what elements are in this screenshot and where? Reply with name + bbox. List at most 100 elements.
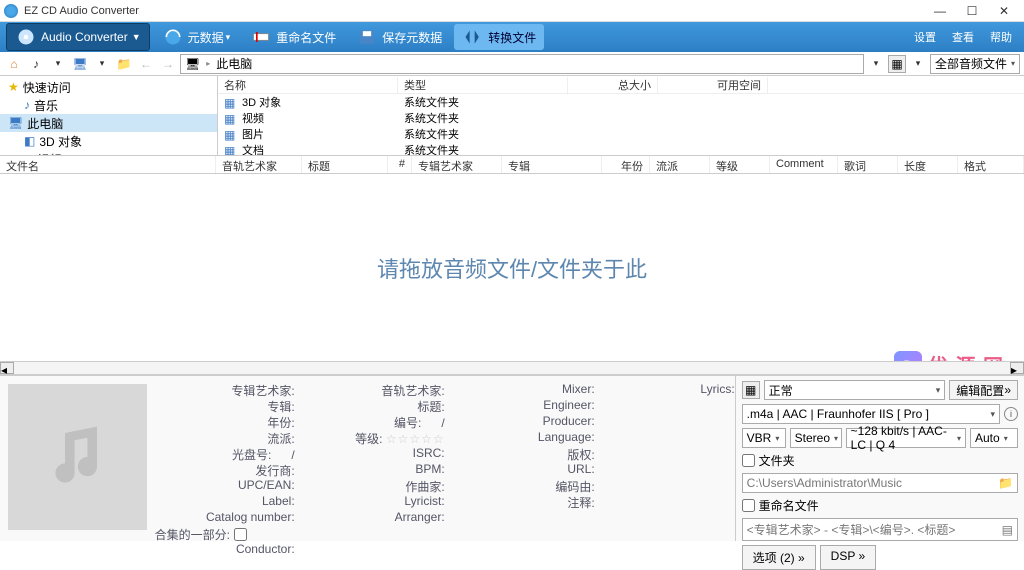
view-mode-icon[interactable]: ▦ xyxy=(888,55,906,73)
up-folder-icon[interactable]: 📁 xyxy=(114,54,134,74)
label-bpm: BPM: xyxy=(305,462,445,478)
watermark-icon: D xyxy=(894,351,922,362)
chevron-down-icon: ▾ xyxy=(1011,59,1015,68)
label-lyrics: Lyrics: xyxy=(605,382,735,398)
rename-pattern-box[interactable]: <专辑艺术家> - <专辑>\<编号>. <标题> ▤ xyxy=(742,518,1018,541)
edit-pattern-icon[interactable]: ▤ xyxy=(1002,523,1013,537)
dropdown-arrow-icon: ▼ xyxy=(132,32,141,42)
back-button[interactable]: ← xyxy=(136,54,156,74)
audio-converter-button[interactable]: Audio Converter ▼ xyxy=(6,23,150,51)
output-folder-label: 文件夹 xyxy=(759,452,795,469)
tree-label: 快速访问 xyxy=(23,79,71,96)
bitrate-select[interactable]: ~128 kbit/s | AAC-LC | Q 4▾ xyxy=(846,428,966,448)
col-name[interactable]: 名称 xyxy=(218,77,398,93)
output-folder-checkbox[interactable] xyxy=(742,454,755,467)
col-comment[interactable]: Comment xyxy=(770,156,838,173)
drop-zone[interactable]: 请拖放音频文件/文件夹于此 D 优 源 网 xyxy=(0,174,1024,361)
col-format[interactable]: 格式 xyxy=(958,156,1024,173)
tree-videos[interactable]: ▶视频 xyxy=(0,150,217,155)
label-encodedby: 编码由: xyxy=(455,478,595,494)
help-link[interactable]: 帮助 xyxy=(990,29,1012,45)
compilation-checkbox[interactable] xyxy=(234,528,247,541)
col-lyrics[interactable]: 歌词 xyxy=(838,156,898,173)
folder-row[interactable]: ▦3D 对象系统文件夹 xyxy=(218,94,1024,110)
edit-profile-button[interactable]: 编辑配置 » xyxy=(949,380,1018,400)
channels-select[interactable]: Stereo▾ xyxy=(790,428,842,448)
col-year[interactable]: 年份 xyxy=(602,156,650,173)
pc-icon: 🖥 xyxy=(185,57,200,71)
col-num[interactable]: # xyxy=(388,156,412,173)
format-select[interactable]: .m4a | AAC | Fraunhofer IIS [ Pro ] ▾ xyxy=(742,404,1000,424)
tree-music[interactable]: ♪音乐 xyxy=(0,96,217,114)
dsp-button[interactable]: DSP » xyxy=(820,545,876,570)
col-album-artist[interactable]: 专辑艺术家 xyxy=(412,156,502,173)
folder-list-header: 名称 类型 总大小 可用空间 xyxy=(218,76,1024,94)
scroll-right-icon[interactable]: ▸ xyxy=(1010,362,1024,374)
view-dropdown[interactable]: ▾ xyxy=(908,54,928,74)
col-type[interactable]: 类型 xyxy=(398,77,568,93)
col-size[interactable]: 总大小 xyxy=(568,77,658,93)
col-album[interactable]: 专辑 xyxy=(502,156,602,173)
tree-label: 3D 对象 xyxy=(39,133,82,150)
music-folder-icon[interactable]: ♪ xyxy=(26,54,46,74)
horizontal-scrollbar[interactable]: ◂ ▸ xyxy=(0,361,1024,375)
label-language: Language: xyxy=(455,430,595,446)
tree-this-pc[interactable]: 🖥此电脑 xyxy=(0,114,217,132)
col-genre[interactable]: 流派 xyxy=(650,156,710,173)
info-icon[interactable]: i xyxy=(1004,407,1018,421)
scroll-left-icon[interactable]: ◂ xyxy=(0,362,14,374)
col-title[interactable]: 标题 xyxy=(302,156,388,173)
label-catalog: Catalog number: xyxy=(155,510,295,526)
label-conductor: Conductor: xyxy=(155,542,295,558)
output-folder-path[interactable]: C:\Users\Administrator\Music 📁 xyxy=(742,473,1018,493)
folder-row[interactable]: ▦文档系统文件夹 xyxy=(218,142,1024,155)
col-length[interactable]: 长度 xyxy=(898,156,958,173)
save-icon xyxy=(356,26,378,48)
nav-dropdown-icon[interactable]: ▾ xyxy=(48,54,68,74)
tree-pane: ★快速访问 ♪音乐 🖥此电脑 ◧3D 对象 ▶视频 xyxy=(0,76,218,155)
extra-select[interactable]: Auto▾ xyxy=(970,428,1018,448)
metadata-button[interactable]: 元数据 ▾ xyxy=(154,24,239,50)
folder-row[interactable]: ▦视频系统文件夹 xyxy=(218,110,1024,126)
col-filename[interactable]: 文件名 xyxy=(0,156,216,173)
home-icon[interactable]: ⌂ xyxy=(4,54,24,74)
value-lyrics[interactable] xyxy=(605,398,735,414)
file-filter-select[interactable]: 全部音频文件 ▾ xyxy=(930,54,1020,74)
settings-link[interactable]: 设置 xyxy=(914,29,936,45)
label-publisher: 发行商: xyxy=(155,462,295,478)
mode-select[interactable]: VBR▾ xyxy=(742,428,786,448)
rename-button[interactable]: 重命名文件 xyxy=(242,24,344,50)
rename-icon xyxy=(250,26,272,48)
crumb-text: 此电脑 xyxy=(216,55,252,72)
profile-select[interactable]: 正常 ▾ xyxy=(764,380,946,400)
col-artist[interactable]: 音轨艺术家 xyxy=(216,156,302,173)
pc-icon: 🖥 xyxy=(8,116,23,130)
bottom-panel: 专辑艺术家: 音轨艺术家: Mixer: Lyrics: 专辑: 标题: Eng… xyxy=(0,375,1024,541)
window-title: EZ CD Audio Converter xyxy=(24,5,924,17)
col-rating[interactable]: 等级 xyxy=(710,156,770,173)
crumb-dropdown[interactable]: ▾ xyxy=(866,54,886,74)
globe-refresh-icon xyxy=(162,26,184,48)
forward-button[interactable]: → xyxy=(158,54,178,74)
tree-quick-access[interactable]: ★快速访问 xyxy=(0,78,217,96)
col-free[interactable]: 可用空间 xyxy=(658,77,768,93)
view-link[interactable]: 查看 xyxy=(952,29,974,45)
close-button[interactable]: ✕ xyxy=(988,1,1020,21)
convert-button[interactable]: 转换文件 xyxy=(454,24,544,50)
browse-folder-icon[interactable]: 📁 xyxy=(998,476,1013,490)
breadcrumb[interactable]: 🖥 ▸ 此电脑 xyxy=(180,54,864,74)
audio-converter-label: Audio Converter xyxy=(41,30,128,44)
album-art-placeholder[interactable] xyxy=(8,384,147,530)
computer-icon[interactable]: 🖥 xyxy=(70,54,90,74)
label-copyright: 版权: xyxy=(455,446,595,462)
maximize-button[interactable]: ☐ xyxy=(956,1,988,21)
folder-row[interactable]: ▦图片系统文件夹 xyxy=(218,126,1024,142)
label-upc: UPC/EAN: xyxy=(155,478,295,494)
rename-output-checkbox[interactable] xyxy=(742,499,755,512)
options-button[interactable]: 选项 (2) » xyxy=(742,545,816,570)
save-metadata-button[interactable]: 保存元数据 xyxy=(348,24,450,50)
minimize-button[interactable]: — xyxy=(924,1,956,21)
tree-3d-objects[interactable]: ◧3D 对象 xyxy=(0,132,217,150)
nav-dropdown-icon-2[interactable]: ▾ xyxy=(92,54,112,74)
profile-icon[interactable]: ▦ xyxy=(742,381,760,399)
